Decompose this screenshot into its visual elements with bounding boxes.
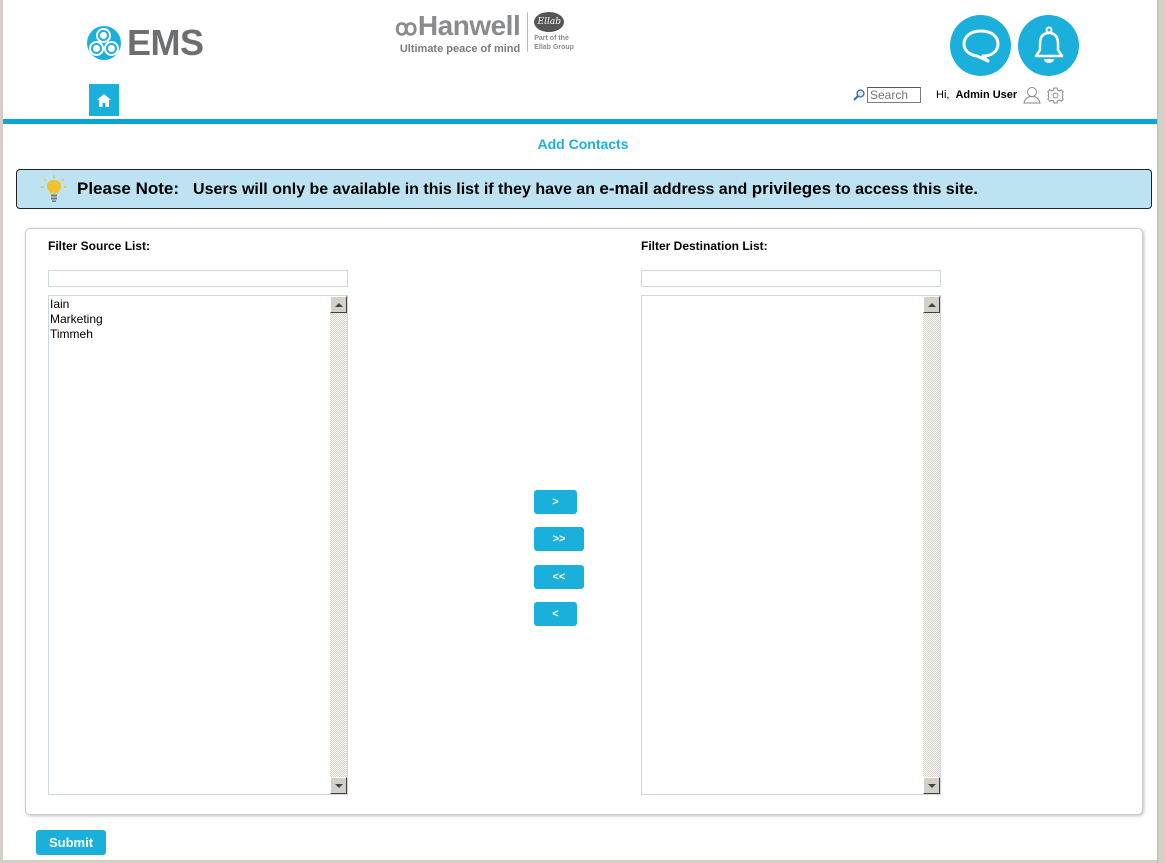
username-text: Admin User	[955, 89, 1018, 101]
home-button[interactable]	[89, 84, 119, 116]
notifications-button[interactable]	[1018, 15, 1079, 76]
page-scrollbar[interactable]	[1157, 0, 1165, 863]
ellab-text-line1: Part of the	[534, 35, 569, 42]
page-title: Add Contacts	[537, 136, 629, 152]
ellab-logo: Ellab Part of the Ellab Group	[534, 12, 574, 52]
ellab-text-line2: Ellab Group	[534, 44, 574, 51]
user-icon[interactable]	[1023, 86, 1041, 104]
note-label: Please Note:	[77, 179, 180, 198]
search-input[interactable]	[867, 87, 921, 103]
scroll-up-arrow-icon[interactable]	[923, 296, 940, 313]
move-selected-right-button[interactable]: >	[534, 490, 577, 514]
scroll-down-arrow-icon[interactable]	[330, 777, 347, 794]
source-filter-label: Filter Source List:	[48, 239, 151, 253]
note-message: Users will only be available in this lis…	[193, 179, 978, 198]
destination-list-block: Filter Destination List:	[641, 239, 941, 795]
list-item[interactable]: Marketing	[49, 312, 330, 327]
hanwell-logo: ꝏHanwell Ultimate peace of mind Ellab Pa…	[395, 10, 574, 56]
list-item[interactable]: Iain	[49, 297, 330, 312]
destination-list-scrollbar[interactable]	[923, 296, 940, 794]
hanwell-logo-icon: ꝏ	[395, 15, 417, 40]
bell-icon	[1034, 26, 1063, 63]
ems-logo: EMS	[87, 22, 204, 64]
ellab-logo-icon: Ellab	[534, 12, 565, 32]
hanwell-brand-name: Hanwell	[417, 10, 521, 41]
list-item[interactable]: Timmeh	[49, 327, 330, 342]
source-list-block: Filter Source List: Iain Marketing Timmeh	[48, 239, 348, 795]
ems-logo-text: EMS	[127, 22, 204, 63]
move-all-right-button[interactable]: >>	[534, 527, 584, 551]
chat-button[interactable]	[950, 15, 1011, 76]
ems-logo-icon	[87, 26, 121, 60]
destination-filter-input[interactable]	[641, 270, 941, 287]
hanwell-tagline: Ultimate peace of mind	[399, 43, 521, 55]
user-bar: Hi, Admin User	[853, 86, 1065, 104]
home-icon	[97, 93, 111, 107]
greeting-text: Hi,	[936, 89, 950, 101]
info-note: Please Note: Users will only be availabl…	[16, 169, 1152, 209]
search-icon[interactable]	[853, 89, 865, 101]
lightbulb-icon	[41, 175, 67, 202]
contacts-panel: Filter Source List: Iain Marketing Timmeh …	[25, 228, 1143, 815]
source-list-items: Iain Marketing Timmeh	[49, 297, 330, 342]
source-list-scrollbar[interactable]	[330, 296, 347, 794]
gear-icon[interactable]	[1047, 87, 1065, 104]
source-filter-input[interactable]	[48, 270, 348, 287]
move-all-left-button[interactable]: <<	[534, 565, 584, 589]
destination-filter-label: Filter Destination List:	[641, 239, 768, 253]
scroll-up-arrow-icon[interactable]	[330, 296, 347, 313]
scroll-down-arrow-icon[interactable]	[923, 777, 940, 794]
source-list[interactable]: Iain Marketing Timmeh	[48, 295, 348, 795]
destination-list[interactable]	[641, 295, 941, 795]
logo-divider	[527, 12, 529, 52]
page-header: EMS ꝏHanwell Ultimate peace of mind Ella…	[3, 0, 1160, 124]
submit-button[interactable]: Submit	[36, 830, 106, 855]
move-selected-left-button[interactable]: <	[534, 602, 577, 626]
chat-bubble-icon	[962, 29, 999, 62]
header-divider	[3, 119, 1160, 124]
